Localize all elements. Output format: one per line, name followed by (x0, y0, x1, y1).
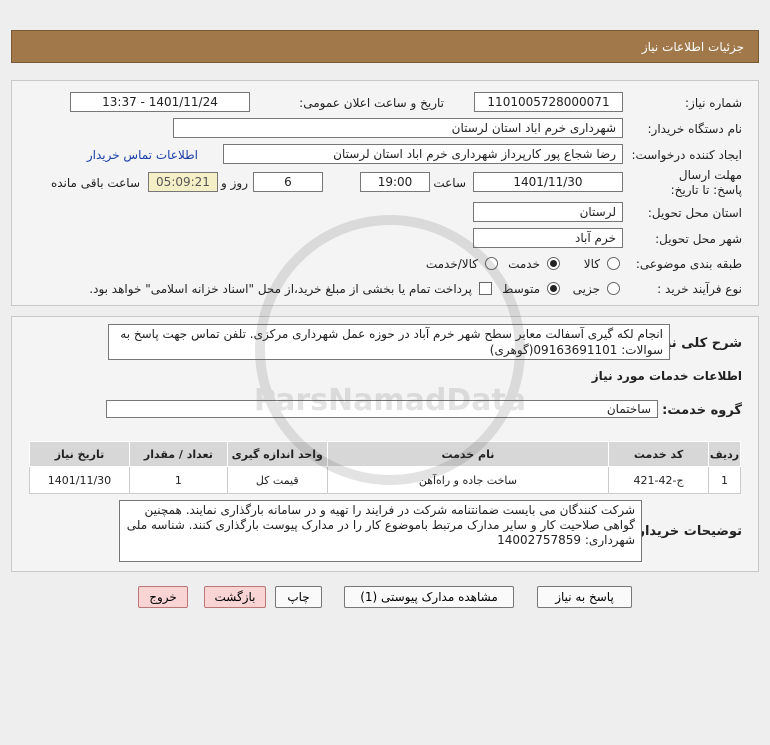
city-label: شهر محل تحویل: (655, 232, 742, 246)
buyer-notes-field: شرکت کنندگان می بایست ضمانتنامه شرکت در … (119, 500, 642, 562)
col-service-code: کد خدمت (608, 441, 710, 467)
category-radio-goods[interactable] (607, 257, 620, 270)
buyer-org-label: نام دستگاه خریدار: (647, 122, 743, 136)
purchase-option-medium: متوسط (502, 282, 540, 296)
purchase-type-label: نوع فرآیند خرید : (657, 282, 742, 296)
summary-field: انجام لکه گیری آسفالت معابر سطح شهر خرم … (108, 324, 670, 360)
page-header: جزئیات اطلاعات نیاز (11, 30, 759, 63)
category-option-goods-service: کالا/خدمت (425, 257, 478, 271)
announce-field: 1401/11/24 - 13:37 (70, 92, 250, 112)
cell-service-code: ج-42-421 (608, 466, 710, 494)
purchase-radio-medium[interactable] (547, 282, 560, 295)
province-field: لرستان (473, 202, 623, 222)
deadline-date-field: 1401/11/30 (473, 172, 623, 192)
requester-label: ایجاد کننده درخواست: (631, 148, 742, 162)
services-table: ردیف کد خدمت نام خدمت واحد اندازه گیری ت… (29, 441, 741, 494)
requester-field: رضا شجاع پور کارپرداز شهرداری خرم اباد ا… (223, 144, 623, 164)
need-number-label: شماره نیاز: (685, 96, 742, 110)
service-group-field: ساختمان (106, 400, 658, 418)
announce-label: تاریخ و ساعت اعلان عمومی: (299, 96, 444, 110)
table-row: 1 ج-42-421 ساخت جاده و راه‌آهن قیمت کل 1… (29, 466, 741, 494)
category-radio-service[interactable] (547, 257, 560, 270)
back-button[interactable]: بازگشت (204, 586, 266, 608)
col-quantity: تعداد / مقدار (128, 441, 228, 467)
exit-button[interactable]: خروج (138, 586, 188, 608)
reply-button[interactable]: پاسخ به نیاز (537, 586, 632, 608)
buyer-notes-label: توضیحات خریدار: (632, 524, 742, 539)
cell-unit: قیمت کل (226, 466, 328, 494)
remaining-label: ساعت باقی مانده (50, 176, 140, 190)
cell-row: 1 (708, 466, 741, 494)
col-unit: واحد اندازه گیری (226, 441, 328, 467)
treasury-checkbox[interactable] (479, 282, 492, 295)
remaining-time-field: 05:09:21 (148, 172, 218, 192)
deadline-label: مهلت ارسال پاسخ: تا تاریخ: (670, 168, 742, 197)
buyer-contact-link[interactable]: اطلاعات تماس خریدار (87, 148, 198, 162)
services-title: اطلاعات خدمات مورد نیاز (591, 369, 742, 383)
category-option-goods: کالا (583, 257, 600, 271)
category-label: طبقه بندی موضوعی: (635, 257, 742, 271)
purchase-option-minor: جزیی (572, 282, 600, 296)
need-number-field: 1101005728000071 (474, 92, 623, 112)
col-row: ردیف (708, 441, 741, 467)
days-field: 6 (253, 172, 323, 192)
service-group-label: گروه خدمت: (662, 403, 742, 418)
table-header-row: ردیف کد خدمت نام خدمت واحد اندازه گیری ت… (29, 441, 741, 467)
deadline-time-label: ساعت (433, 176, 466, 190)
attachments-button[interactable]: مشاهده مدارک پیوستی (1) (344, 586, 514, 608)
category-radio-goods-service[interactable] (485, 257, 498, 270)
print-button[interactable]: چاپ (275, 586, 322, 608)
cell-need-date: 1401/11/30 (29, 466, 130, 494)
page-title: جزئیات اطلاعات نیاز (641, 40, 744, 54)
purchase-radio-minor[interactable] (607, 282, 620, 295)
col-need-date: تاریخ نیاز (29, 441, 130, 467)
deadline-time-field: 19:00 (360, 172, 430, 192)
cell-quantity: 1 (128, 466, 228, 494)
treasury-checkbox-label: پرداخت تمام یا بخشی از مبلغ خرید،از محل … (89, 282, 472, 296)
cell-service-name: ساخت جاده و راه‌آهن (326, 466, 610, 494)
buyer-org-field: شهرداری خرم اباد استان لرستان (173, 118, 623, 138)
category-option-service: خدمت (508, 257, 540, 271)
days-label: روز و (221, 176, 248, 190)
province-label: استان محل تحویل: (647, 206, 742, 220)
city-field: خرم آباد (473, 228, 623, 248)
col-service-name: نام خدمت (326, 441, 610, 467)
